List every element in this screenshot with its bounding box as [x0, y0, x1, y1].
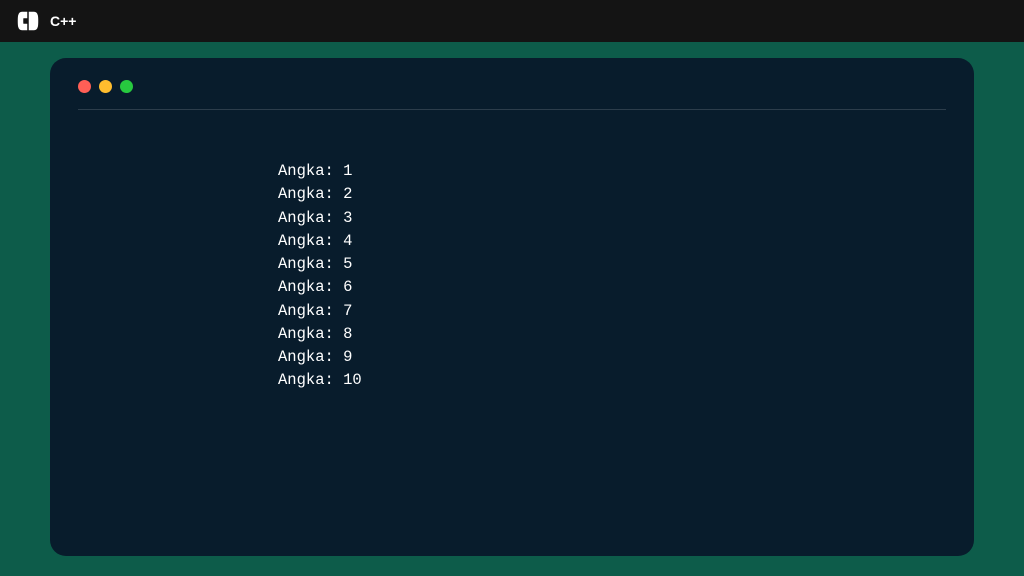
maximize-icon[interactable]	[120, 80, 133, 93]
main-area: Angka: 1 Angka: 2 Angka: 3 Angka: 4 Angk…	[0, 42, 1024, 576]
header-language-label: C++	[50, 13, 76, 29]
divider	[78, 109, 946, 110]
close-icon[interactable]	[78, 80, 91, 93]
output-line: Angka: 7	[278, 300, 946, 323]
output-line: Angka: 10	[278, 369, 946, 392]
window-controls	[78, 80, 946, 93]
terminal-output: Angka: 1 Angka: 2 Angka: 3 Angka: 4 Angk…	[78, 160, 946, 393]
app-header: C++	[0, 0, 1024, 42]
output-line: Angka: 3	[278, 207, 946, 230]
minimize-icon[interactable]	[99, 80, 112, 93]
output-line: Angka: 9	[278, 346, 946, 369]
output-line: Angka: 2	[278, 183, 946, 206]
output-line: Angka: 5	[278, 253, 946, 276]
output-line: Angka: 1	[278, 160, 946, 183]
output-line: Angka: 6	[278, 276, 946, 299]
output-line: Angka: 4	[278, 230, 946, 253]
output-line: Angka: 8	[278, 323, 946, 346]
app-logo-icon	[16, 9, 40, 33]
terminal-window: Angka: 1 Angka: 2 Angka: 3 Angka: 4 Angk…	[50, 58, 974, 556]
